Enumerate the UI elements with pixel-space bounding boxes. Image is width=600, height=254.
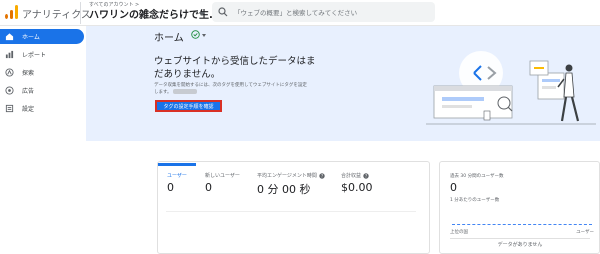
setup-illustration	[426, 51, 596, 125]
metric-value: 0 分 00 秒	[257, 183, 311, 196]
realtime-value: 0	[450, 181, 457, 194]
realtime-label: 過去 30 分間のユーザー数	[450, 174, 504, 179]
realtime-card: 過去 30 分間のユーザー数 0 1 分あたりのユーザー数 上位の国 ユーザー …	[439, 161, 600, 254]
metric-engagement-time[interactable]: 平均エンゲージメント時間 ? 0 分 00 秒	[257, 172, 325, 197]
metric-label: 新しいユーザー	[205, 173, 240, 179]
search-icon	[218, 7, 228, 17]
sidebar-item-label: ホーム	[22, 34, 40, 41]
sidebar: ホーム レポート 探索 広告 設定	[0, 26, 86, 254]
sidebar-item-label: レポート	[22, 52, 47, 59]
sidebar-item-label: 広告	[22, 88, 35, 95]
metric-new-users[interactable]: 新しいユーザー 0	[205, 172, 240, 194]
realtime-chart-line	[452, 224, 592, 225]
redacted-tag-id	[173, 89, 197, 94]
metric-total-revenue[interactable]: 合計収益 ? $0.00	[341, 172, 373, 194]
metric-label: ユーザー	[167, 173, 187, 179]
divider	[166, 211, 416, 212]
chevron-down-icon	[199, 12, 205, 16]
help-icon[interactable]: ?	[319, 172, 325, 179]
top-bar: アナリティクス すべてのアカウント > ハワリンの雑念だらけで生... 「ウェブ…	[0, 0, 600, 26]
setup-banner: ホーム ウェブサイトから受信したデータはまだありません。 データ収集を開始するに…	[86, 26, 600, 141]
metrics-card: ユーザー 0 新しいユーザー 0 平均エンゲージメント時間 ? 0 分 00 秒…	[157, 161, 430, 254]
check-circle-icon[interactable]	[191, 30, 200, 39]
divider	[450, 238, 590, 239]
sidebar-item-home[interactable]: ホーム	[0, 29, 84, 44]
metric-label: 合計収益	[341, 173, 362, 179]
sidebar-item-configure[interactable]: 設定	[0, 101, 86, 116]
sidebar-item-advertising[interactable]: 広告	[0, 83, 86, 98]
banner-description: データ収集を開始するには、次のタグを使用してウェブサイトにタグを設定します。	[154, 83, 309, 96]
chevron-down-icon[interactable]	[202, 34, 206, 37]
metric-label: 平均エンゲージメント時間	[257, 173, 317, 179]
search-placeholder: 「ウェブの概要」と検索してみてください	[234, 9, 358, 17]
account-breadcrumb: すべてのアカウント >	[89, 2, 140, 8]
reports-icon	[5, 50, 14, 59]
realtime-column-country: 上位の国	[450, 230, 468, 235]
page-title: ホーム	[154, 33, 184, 44]
no-data-message: データがありません	[497, 242, 543, 248]
sidebar-item-reports[interactable]: レポート	[0, 47, 86, 62]
realtime-sub-label: 1 分あたりのユーザー数	[450, 198, 500, 203]
advertising-icon	[5, 86, 14, 95]
explore-icon	[5, 68, 14, 77]
sidebar-item-explore[interactable]: 探索	[0, 65, 86, 80]
property-name: ハワリンの雑念だらけで生...	[89, 10, 221, 21]
analytics-logo-icon[interactable]	[5, 5, 19, 19]
view-tag-instructions-button[interactable]: タグの設定手順を確認	[155, 100, 222, 112]
svg-text:?: ?	[365, 173, 367, 178]
configure-icon	[5, 104, 14, 113]
home-icon	[5, 33, 14, 41]
metric-value: 0	[205, 181, 212, 194]
sidebar-item-label: 設定	[22, 106, 35, 113]
svg-text:?: ?	[321, 173, 323, 178]
realtime-column-users: ユーザー	[576, 230, 594, 235]
metric-users[interactable]: ユーザー 0	[158, 163, 196, 194]
search-input[interactable]: 「ウェブの概要」と検索してみてください	[212, 2, 435, 22]
banner-heading: ウェブサイトから受信したデータはまだありません。	[154, 56, 316, 80]
metric-value: 0	[167, 181, 174, 194]
sidebar-item-label: 探索	[22, 70, 35, 77]
help-icon[interactable]: ?	[363, 172, 369, 179]
account-selector[interactable]: すべてのアカウント > ハワリンの雑念だらけで生...	[80, 2, 221, 24]
metric-value: $0.00	[341, 181, 373, 194]
